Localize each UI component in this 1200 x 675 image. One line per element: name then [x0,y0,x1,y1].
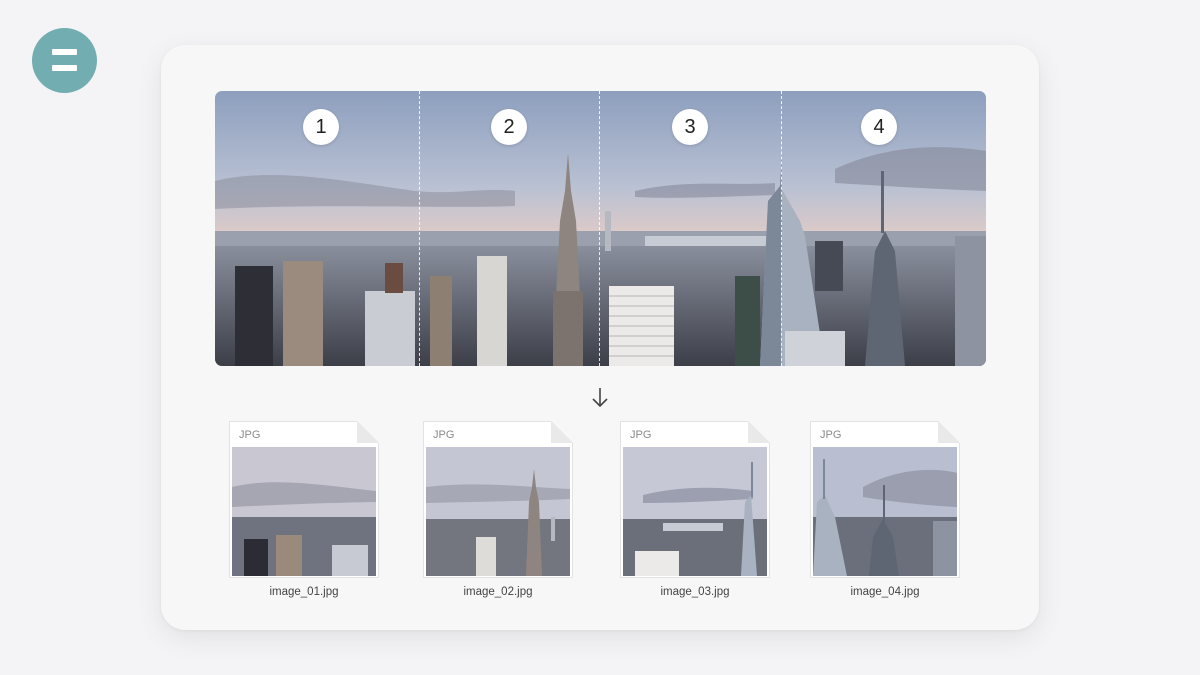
file-card-2[interactable]: JPG [423,421,573,578]
file-name: image_02.jpg [463,586,533,598]
segment-number-1: 1 [303,109,339,145]
arrow-down-icon [592,388,608,408]
file-type-label: JPG [239,429,261,441]
file-type-label: JPG [630,429,652,441]
file-name: image_03.jpg [660,586,730,598]
thumbnail-image [232,447,376,576]
split-line [781,91,782,366]
file-type-label: JPG [820,429,842,441]
file-card-4[interactable]: JPG [810,421,960,578]
file-card-3[interactable]: JPG [620,421,770,578]
thumbnail-image [426,447,570,576]
segment-number-4: 4 [861,109,897,145]
split-image-card: 1 2 3 4 JPG image_01.jpg JPG image_02.jp… [161,45,1039,630]
file-card-1[interactable]: JPG [229,421,379,578]
segment-number-3: 3 [672,109,708,145]
thumbnail-image [813,447,957,576]
thumbnail-image [623,447,767,576]
split-line [419,91,420,366]
file-name: image_04.jpg [850,586,920,598]
panorama-image: 1 2 3 4 [215,91,986,366]
menu-icon[interactable] [32,28,97,93]
file-type-label: JPG [433,429,455,441]
split-line [599,91,600,366]
segment-number-2: 2 [491,109,527,145]
file-name: image_01.jpg [269,586,339,598]
